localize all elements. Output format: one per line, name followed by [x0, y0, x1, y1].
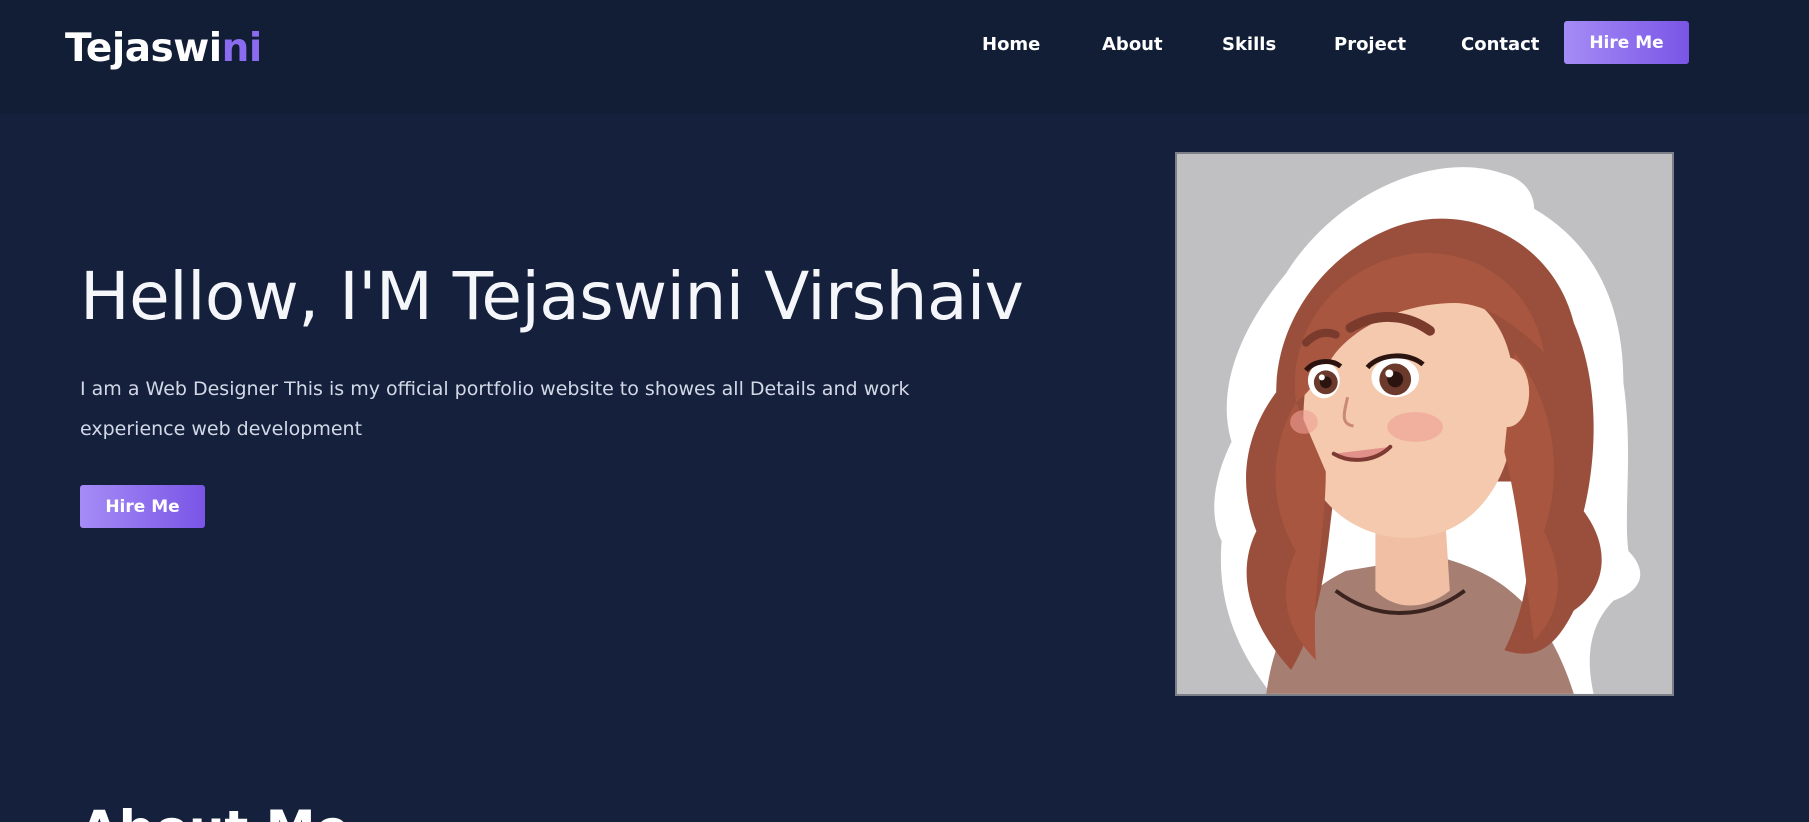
- nav-link-home[interactable]: Home: [982, 34, 1040, 55]
- hero-description: I am a Web Designer This is my official …: [80, 378, 910, 440]
- nav-link-about[interactable]: About: [1102, 34, 1163, 55]
- logo-main-text: Tejaswi: [65, 26, 222, 71]
- hero-title: Hellow, I'M Tejaswini Virshaiv: [80, 258, 1024, 335]
- about-section-title: About Me: [80, 800, 349, 822]
- nav-link-project[interactable]: Project: [1334, 34, 1406, 55]
- navbar: Tejaswini Home About Skills Project Cont…: [0, 0, 1809, 114]
- logo-accent-text: ni: [221, 26, 263, 71]
- site-logo[interactable]: Tejaswini: [65, 26, 262, 71]
- nav-link-skills[interactable]: Skills: [1222, 34, 1276, 55]
- profile-portrait: [1175, 152, 1674, 696]
- cartoon-girl-avatar-icon: [1177, 154, 1672, 694]
- nav-link-contact[interactable]: Contact: [1461, 34, 1539, 55]
- hero-hire-me-button[interactable]: Hire Me: [80, 485, 205, 528]
- nav-hire-me-button[interactable]: Hire Me: [1564, 21, 1689, 64]
